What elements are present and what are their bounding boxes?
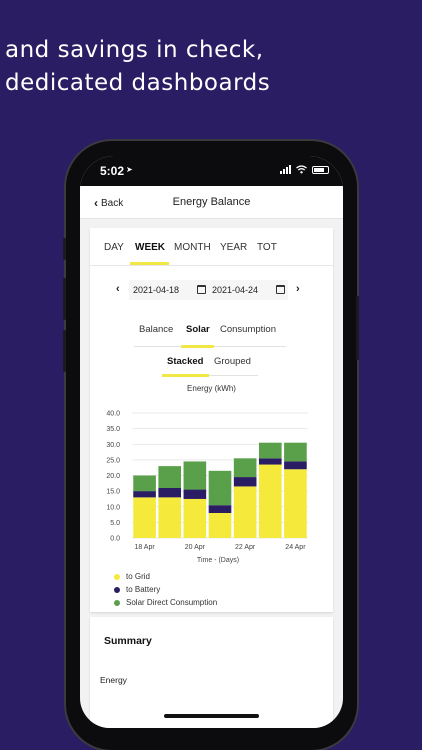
summary-energy-label: Energy <box>100 675 127 685</box>
legend-item-to-grid: to Grid <box>114 572 150 581</box>
energy-chart: 0.0 5.0 10.0 15.0 20.0 25.0 30.0 35.0 40.0 18 Ap… <box>106 411 308 564</box>
x-tick-label: 24 Apr <box>285 544 306 551</box>
status-bar: 5:02 ➤ <box>80 156 343 186</box>
bar-to-battery[interactable] <box>183 489 207 499</box>
tab-month[interactable]: MONTH <box>174 242 211 253</box>
page-title: Energy Balance <box>172 196 251 208</box>
energy-card: DAY WEEK MONTH YEAR TOT ‹ 2021-04-18 202… <box>90 228 333 612</box>
tab-consumption[interactable]: Consumption <box>220 324 276 335</box>
solar-direct-swatch <box>114 599 120 606</box>
y-tick-label: 10.0 <box>106 504 120 511</box>
x-axis-label: Time - (Days) <box>197 557 239 564</box>
y-tick-label: 40.0 <box>106 411 120 418</box>
x-tick-label: 18 Apr <box>134 544 155 551</box>
bar-to-battery[interactable] <box>258 458 282 465</box>
view-tab-indicator <box>181 345 214 348</box>
y-tick-label: 30.0 <box>106 442 120 449</box>
headline: and savings in check, dedicated dashboar… <box>5 34 270 100</box>
bar-to-grid[interactable] <box>284 469 307 538</box>
bar-to-battery[interactable] <box>233 477 257 487</box>
summary-title: Summary <box>104 635 152 647</box>
location-icon: ➤ <box>126 165 133 174</box>
signal-icon <box>280 165 291 174</box>
nav-bar: ‹ Back Energy Balance <box>80 186 343 219</box>
date-range: ‹ 2021-04-18 2021-04-24 › <box>90 280 333 300</box>
next-week-button[interactable]: › <box>296 283 300 295</box>
legend-item-to-battery: to Battery <box>114 585 160 594</box>
tab-year[interactable]: YEAR <box>220 242 247 253</box>
notch <box>191 156 251 165</box>
headline-line-1: and savings in check, <box>5 37 264 63</box>
volume-down-button <box>63 330 66 372</box>
volume-up-button <box>63 278 66 320</box>
bar-to-grid[interactable] <box>133 497 156 538</box>
bar-to-grid[interactable] <box>158 497 182 538</box>
period-tabs: DAY WEEK MONTH YEAR TOT <box>90 228 333 266</box>
legend-label: to Grid <box>126 572 151 581</box>
tab-day[interactable]: DAY <box>104 242 124 253</box>
bar-to-battery[interactable] <box>208 505 232 513</box>
wifi-icon <box>296 165 307 174</box>
bar-to-battery[interactable] <box>284 461 307 470</box>
date-to-field[interactable]: 2021-04-24 <box>208 280 288 300</box>
bar-solar-direct[interactable] <box>258 442 282 459</box>
bar-solar-direct[interactable] <box>284 442 307 462</box>
bar-solar-direct[interactable] <box>233 458 257 478</box>
y-tick-label: 0.0 <box>110 536 120 543</box>
tab-grouped[interactable]: Grouped <box>214 356 251 367</box>
y-tick-label: 35.0 <box>106 426 120 433</box>
status-time: 5:02 <box>100 164 125 178</box>
tab-solar[interactable]: Solar <box>186 324 210 335</box>
status-icons <box>280 165 329 174</box>
date-to-value: 2021-04-24 <box>212 285 259 295</box>
y-tick-label: 15.0 <box>106 489 120 496</box>
headline-line-2: dedicated dashboards <box>5 70 271 96</box>
bar-to-battery[interactable] <box>158 488 182 498</box>
mode-tab-indicator <box>162 374 209 377</box>
y-tick-label: 5.0 <box>110 520 120 527</box>
bar-solar-direct[interactable] <box>133 475 156 492</box>
legend-item-solar-direct: Solar Direct Consumption <box>114 598 217 607</box>
bar-solar-direct[interactable] <box>158 466 182 488</box>
bar-to-battery[interactable] <box>133 491 156 498</box>
tab-tot[interactable]: TOT <box>257 242 277 253</box>
tab-active-indicator <box>130 262 169 265</box>
bar-to-grid[interactable] <box>233 486 257 538</box>
calendar-icon <box>276 285 285 294</box>
date-from-field[interactable]: 2021-04-18 <box>129 280 209 300</box>
mute-switch <box>63 238 66 260</box>
tab-balance[interactable]: Balance <box>139 324 173 335</box>
to-grid-swatch <box>114 573 120 580</box>
chart-title: Energy (kWh) <box>187 384 236 393</box>
x-tick-label: 22 Apr <box>235 544 256 551</box>
tab-stacked[interactable]: Stacked <box>167 356 203 367</box>
calendar-icon <box>197 285 206 294</box>
power-button <box>356 296 359 360</box>
previous-week-button[interactable]: ‹ <box>116 283 120 295</box>
legend-label: to Battery <box>126 585 161 594</box>
to-battery-swatch <box>114 586 120 593</box>
phone-screen: 5:02 ➤ ‹ Back Energy Balance DAY WEEK MO… <box>80 156 343 728</box>
y-tick-label: 25.0 <box>106 457 120 464</box>
summary-card: Summary Energy <box>90 617 333 728</box>
battery-icon <box>312 165 329 174</box>
date-from-value: 2021-04-18 <box>133 285 180 295</box>
x-tick-label: 20 Apr <box>185 544 206 551</box>
bar-solar-direct[interactable] <box>183 461 207 490</box>
legend-label: Solar Direct Consumption <box>126 598 218 607</box>
bar-to-grid[interactable] <box>258 464 282 538</box>
bar-to-grid[interactable] <box>183 498 207 538</box>
tab-week[interactable]: WEEK <box>135 242 165 253</box>
bar-solar-direct[interactable] <box>208 470 232 506</box>
y-tick-label: 20.0 <box>106 473 120 480</box>
bar-to-grid[interactable] <box>208 513 232 538</box>
home-indicator <box>164 714 259 718</box>
